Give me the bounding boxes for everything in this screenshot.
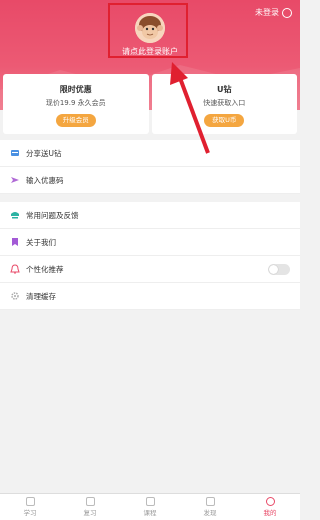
get-ucoin-button[interactable]: 获取U币 [204,114,245,127]
login-status-icon [282,7,292,18]
tab-label: 复习 [83,509,97,517]
menu-item-feedback[interactable]: 常用问题及反馈 [0,202,300,229]
menu-item-label: 常用问题及反馈 [26,210,79,220]
tab-course[interactable]: 课程 [120,494,180,520]
menu-item-label: 分享送U钻 [26,148,62,158]
menu-item-label: 清理缓存 [26,291,56,301]
promo-card[interactable]: 限时优惠 现价19.9 永久会员 升级会员 [3,74,149,134]
bottom-tab-bar: 学习 复习 课程 发现 我的 [0,493,300,520]
bell-icon [10,264,20,274]
feedback-icon [10,210,20,220]
tab-study[interactable]: 学习 [0,494,60,520]
menu-item-label: 输入优惠码 [26,175,64,185]
share-icon [10,148,20,158]
annotation-highlight-box [108,3,188,58]
login-status-label[interactable]: 未登录 [255,7,279,18]
promo-cards: 限时优惠 现价19.9 永久会员 升级会员 U钻 快速获取入口 获取U币 [3,74,297,134]
ucoin-card-subtitle: 快速获取入口 [203,99,246,107]
gear-icon [10,291,20,301]
profile-icon [265,497,275,506]
tab-label: 课程 [143,509,157,517]
menu-item-about[interactable]: 关于我们 [0,229,300,256]
menu-item-share[interactable]: 分享送U钻 [0,140,300,167]
tab-label: 学习 [23,509,37,517]
ucoin-card-title: U钻 [217,85,232,94]
tab-discover[interactable]: 发现 [180,494,240,520]
recommend-toggle[interactable] [268,263,290,275]
menu-item-coupon[interactable]: 输入优惠码 [0,167,300,194]
login-status[interactable]: 未登录 [255,7,292,18]
menu-group-settings: 常用问题及反馈 关于我们 个性化推荐 清理缓存 [0,202,300,310]
study-icon [25,497,35,506]
review-icon [85,497,95,506]
tab-profile[interactable]: 我的 [240,494,300,520]
ucoin-card[interactable]: U钻 快速获取入口 获取U币 [151,74,297,134]
promo-card-title: 限时优惠 [59,85,92,94]
menu-item-label: 个性化推荐 [26,264,64,274]
menu-item-recommend[interactable]: 个性化推荐 [0,256,300,283]
course-icon [145,497,155,506]
menu-item-label: 关于我们 [26,237,56,247]
promo-card-subtitle: 现价19.9 永久会员 [45,99,106,107]
tab-label: 我的 [263,509,277,517]
menu-group-share: 分享送U钻 输入优惠码 [0,140,300,194]
bookmark-icon [10,237,20,247]
send-icon [10,175,20,185]
tab-label: 发现 [203,509,217,517]
tab-review[interactable]: 复习 [60,494,120,520]
menu-item-clear-cache[interactable]: 清理缓存 [0,283,300,310]
upgrade-member-button[interactable]: 升级会员 [55,114,96,127]
discover-icon [205,497,215,506]
